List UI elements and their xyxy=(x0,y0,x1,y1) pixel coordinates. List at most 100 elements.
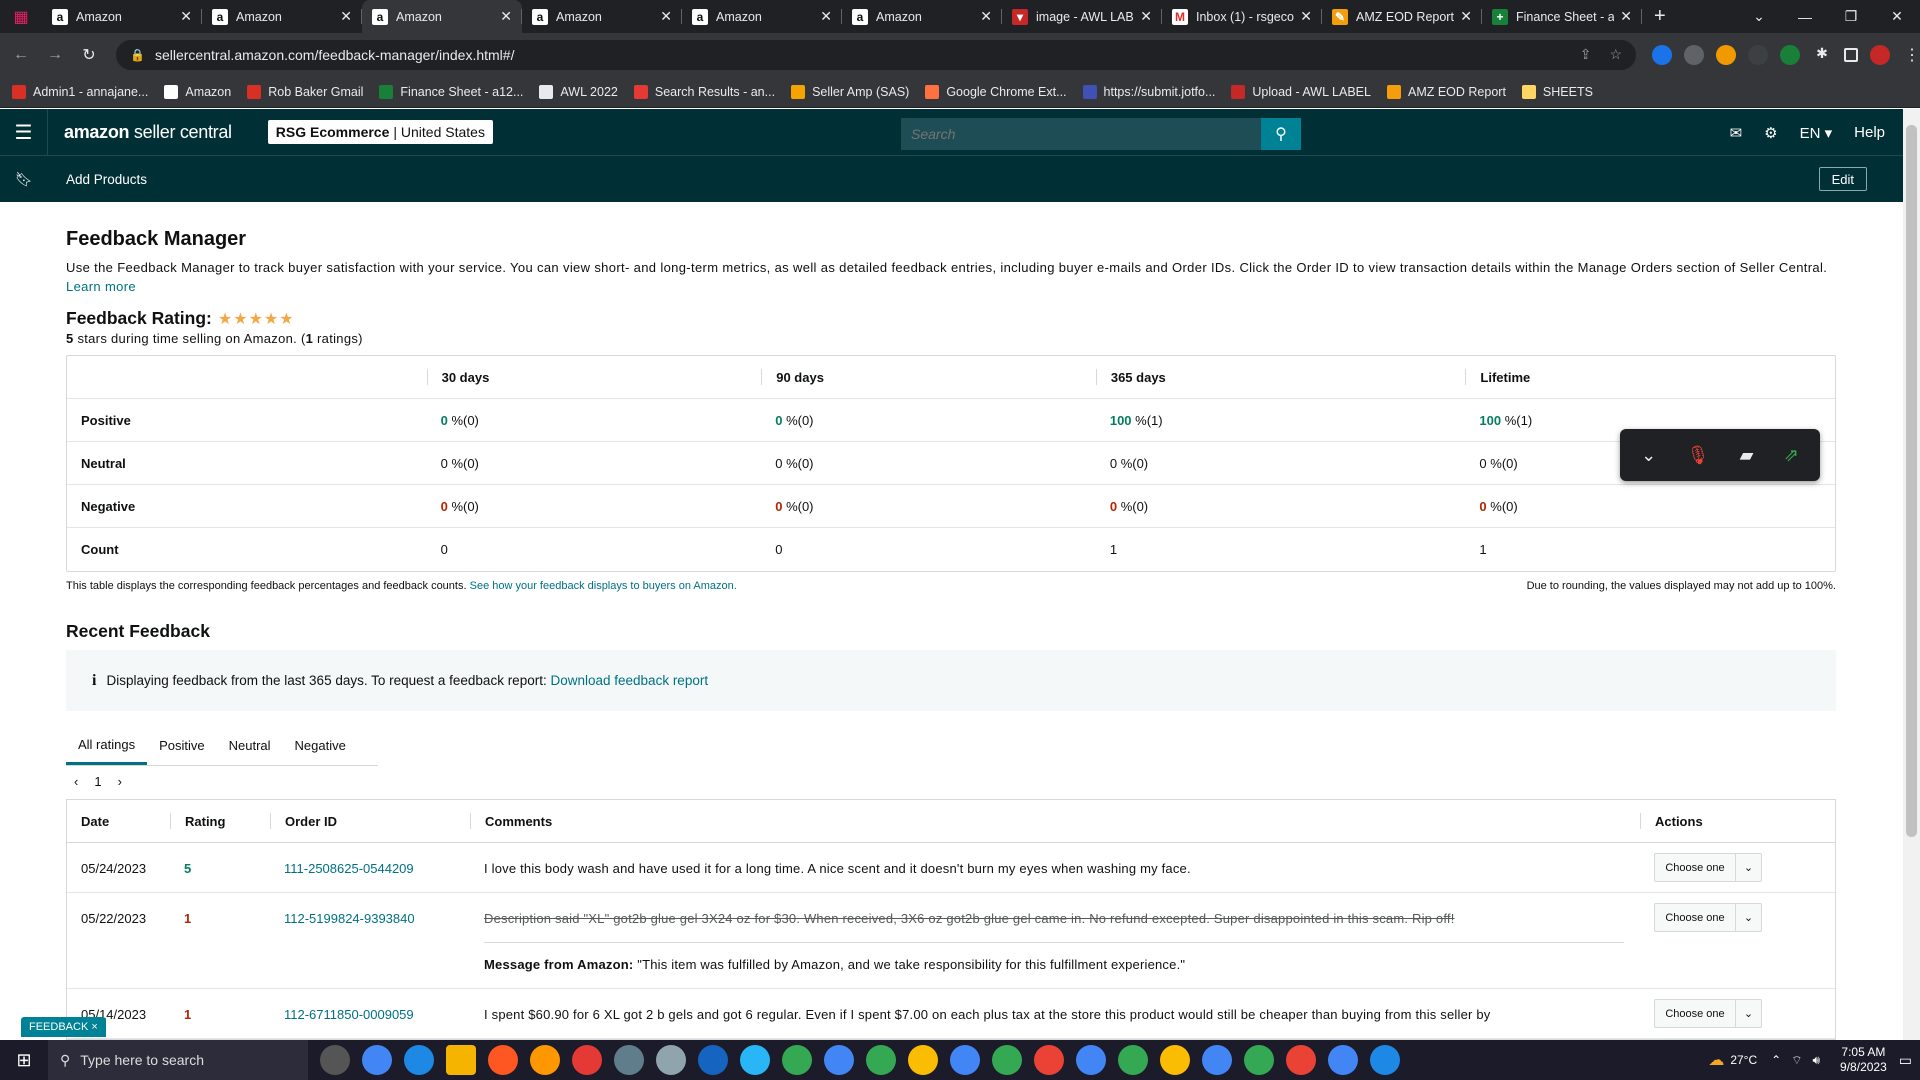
browser-tab[interactable]: a Amazon ✕ xyxy=(202,0,362,33)
weather-temp[interactable]: 27°C xyxy=(1730,1053,1757,1067)
chevron-down-icon[interactable]: ⌄ xyxy=(1735,904,1761,931)
reload-icon[interactable]: ↻ xyxy=(76,42,102,68)
close-window-icon[interactable]: ✕ xyxy=(1874,8,1920,25)
extension-icon[interactable] xyxy=(1780,44,1800,65)
store-switcher[interactable]: RSG Ecommerce | United States xyxy=(267,120,493,144)
minimize-icon[interactable]: — xyxy=(1782,9,1828,25)
feedback-badge[interactable]: FEEDBACK × xyxy=(21,1017,106,1037)
taskbar-app-icon[interactable] xyxy=(320,1045,350,1075)
restore-icon[interactable]: ❐ xyxy=(1828,8,1874,25)
bookmark-item[interactable]: Rob Baker Gmail xyxy=(247,84,363,99)
tab-neutral[interactable]: Neutral xyxy=(217,726,283,765)
taskbar-app-icon[interactable] xyxy=(488,1045,518,1075)
settings-gear-icon[interactable]: ⚙ xyxy=(1764,124,1777,142)
browser-tab[interactable]: M Inbox (1) - rsgeco ✕ xyxy=(1162,0,1322,33)
tab-close-icon[interactable]: ✕ xyxy=(1300,8,1312,25)
camera-icon[interactable]: ▰ xyxy=(1740,445,1754,466)
learn-more-link[interactable]: Learn more xyxy=(66,279,136,294)
volume-icon[interactable]: 🔊︎ xyxy=(1812,1053,1820,1068)
add-products-link[interactable]: Add Products xyxy=(66,172,147,187)
chrome-menu-icon[interactable]: ▦ xyxy=(0,7,42,27)
language-selector[interactable]: EN ▾ xyxy=(1800,124,1833,142)
bookmark-item[interactable]: AMZ EOD Report xyxy=(1386,84,1506,99)
chevron-down-icon[interactable]: ⌄ xyxy=(1735,854,1761,881)
windows-start-icon[interactable]: ⊞ xyxy=(0,1040,48,1080)
taskbar-search[interactable]: ⚲ Type here to search xyxy=(48,1040,308,1080)
url-input[interactable]: 🔒 sellercentral.amazon.com/feedback-mana… xyxy=(116,39,1636,70)
next-page-icon[interactable]: › xyxy=(118,774,122,789)
extension-icon[interactable] xyxy=(1684,44,1704,65)
bookmark-star-icon[interactable]: ☆ xyxy=(1609,46,1622,63)
bookmark-icon[interactable]: 🔖︎ xyxy=(0,171,48,188)
taskbar-app-icon[interactable] xyxy=(656,1045,686,1075)
taskbar-app-icon[interactable] xyxy=(1034,1045,1064,1075)
buyer-display-link[interactable]: See how your feedback displays to buyers… xyxy=(470,580,737,592)
forward-icon[interactable]: → xyxy=(42,42,68,68)
bookmark-item[interactable]: Search Results - an... xyxy=(633,84,775,99)
bookmark-item[interactable]: AWL 2022 xyxy=(539,84,618,99)
tab-close-icon[interactable]: ✕ xyxy=(500,8,512,25)
seller-central-logo[interactable]: amazon seller central xyxy=(64,122,232,143)
bookmark-item[interactable]: Seller Amp (SAS) xyxy=(791,84,909,99)
chevron-down-icon[interactable]: ⌄ xyxy=(1735,1000,1761,1027)
tab-close-icon[interactable]: ✕ xyxy=(820,8,832,25)
tab-close-icon[interactable]: ✕ xyxy=(1460,8,1472,25)
taskbar-app-icon[interactable] xyxy=(1076,1045,1106,1075)
taskbar-app-icon[interactable] xyxy=(782,1045,812,1075)
collapse-chevron-icon[interactable]: ⌄ xyxy=(1641,445,1656,466)
browser-tab[interactable]: + Finance Sheet - a12 ✕ xyxy=(1482,0,1642,33)
profile-avatar[interactable] xyxy=(1870,44,1890,65)
tab-close-icon[interactable]: ✕ xyxy=(980,8,992,25)
order-id-link[interactable]: 112-5199824-9393840 xyxy=(270,893,470,988)
taskbar-app-icon[interactable] xyxy=(866,1045,896,1075)
edit-button[interactable]: Edit xyxy=(1818,167,1867,191)
page-number[interactable]: 1 xyxy=(94,774,101,789)
bookmark-item[interactable]: Google Chrome Ext... xyxy=(925,84,1067,99)
taskbar-app-icon[interactable] xyxy=(614,1045,644,1075)
choose-one-dropdown[interactable]: Choose one ⌄ xyxy=(1654,903,1762,932)
taskbar-app-icon[interactable] xyxy=(1202,1045,1232,1075)
taskbar-app-icon[interactable] xyxy=(824,1045,854,1075)
tray-chevron-icon[interactable]: ⌃ xyxy=(1771,1053,1781,1067)
taskbar-app-icon[interactable] xyxy=(404,1045,434,1075)
tab-close-icon[interactable]: ✕ xyxy=(180,8,192,25)
browser-tab[interactable]: a Amazon ✕ xyxy=(682,0,842,33)
help-link[interactable]: Help xyxy=(1854,124,1885,141)
browser-tab[interactable]: a Amazon ✕ xyxy=(842,0,1002,33)
taskbar-app-icon[interactable] xyxy=(740,1045,770,1075)
taskbar-app-icon[interactable] xyxy=(698,1045,728,1075)
download-report-link[interactable]: Download feedback report xyxy=(550,673,708,688)
chrome-more-icon[interactable]: ⋮ xyxy=(1904,45,1920,65)
extension-icon[interactable] xyxy=(1748,44,1768,65)
prev-page-icon[interactable]: ‹ xyxy=(74,774,78,789)
back-icon[interactable]: ← xyxy=(8,42,34,68)
tab-all-ratings[interactable]: All ratings xyxy=(66,726,148,765)
taskbar-app-icon[interactable] xyxy=(992,1045,1022,1075)
bookmark-item[interactable]: SHEETS xyxy=(1521,84,1593,99)
weather-icon[interactable]: ☁ xyxy=(1708,1050,1724,1070)
extension-icon[interactable] xyxy=(1716,44,1736,65)
extension-icon[interactable] xyxy=(1652,44,1672,65)
bookmark-item[interactable]: Admin1 - annajane... xyxy=(12,84,148,99)
hamburger-menu-icon[interactable]: ☰ xyxy=(0,108,48,156)
tab-negative[interactable]: Negative xyxy=(283,726,358,765)
browser-tab[interactable]: a Amazon ✕ xyxy=(42,0,202,33)
browser-tab[interactable]: a Amazon ✕ xyxy=(522,0,682,33)
side-panel-icon[interactable] xyxy=(1844,47,1858,62)
bookmark-item[interactable]: Amazon xyxy=(164,84,231,99)
notifications-icon[interactable]: ▭ xyxy=(1899,1052,1912,1069)
taskbar-app-icon[interactable] xyxy=(362,1045,392,1075)
tab-close-icon[interactable]: ✕ xyxy=(660,8,672,25)
browser-tab[interactable]: ▾ image - AWL LABEL ✕ xyxy=(1002,0,1162,33)
taskbar-app-icon[interactable] xyxy=(908,1045,938,1075)
clock[interactable]: 7:05 AM 9/8/2023 xyxy=(1840,1045,1887,1075)
choose-one-dropdown[interactable]: Choose one ⌄ xyxy=(1654,999,1762,1028)
mic-muted-icon[interactable]: 🎙︎ xyxy=(1686,445,1709,466)
tab-positive[interactable]: Positive xyxy=(147,726,217,765)
taskbar-app-icon[interactable] xyxy=(1118,1045,1148,1075)
taskbar-app-icon[interactable] xyxy=(1286,1045,1316,1075)
tab-search-icon[interactable]: ⌄ xyxy=(1736,8,1782,25)
order-id-link[interactable]: 112-6711850-0009059 xyxy=(270,989,470,1038)
extensions-puzzle-icon[interactable]: ✱ xyxy=(1812,45,1832,65)
tab-close-icon[interactable]: ✕ xyxy=(1140,8,1152,25)
